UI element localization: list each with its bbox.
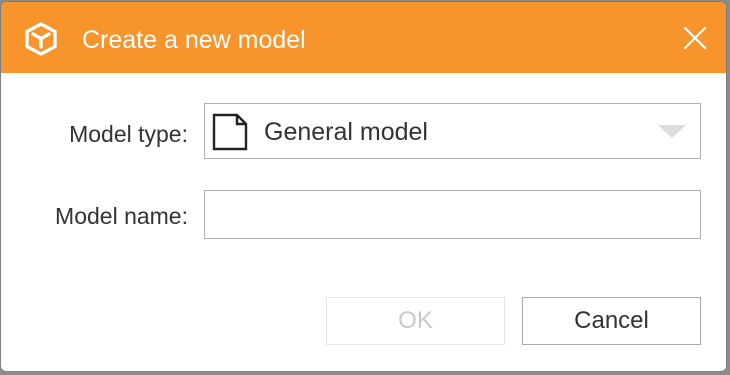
ok-button[interactable]: OK <box>326 297 505 345</box>
chevron-down-icon <box>658 125 686 138</box>
model-name-label: Model name: <box>55 203 188 229</box>
model-type-label: Model type: <box>69 121 188 147</box>
dialog-titlebar: Create a new model <box>1 2 726 73</box>
model-type-value: General model <box>264 118 428 146</box>
model-cube-icon <box>25 22 57 56</box>
close-icon[interactable] <box>682 25 708 51</box>
cancel-button[interactable]: Cancel <box>522 297 701 345</box>
create-model-dialog: Create a new model Model type: General m… <box>0 1 727 372</box>
model-type-select[interactable]: General model <box>204 103 701 159</box>
document-icon <box>212 113 248 151</box>
model-name-input[interactable] <box>204 190 701 239</box>
dialog-title: Create a new model <box>82 26 306 54</box>
